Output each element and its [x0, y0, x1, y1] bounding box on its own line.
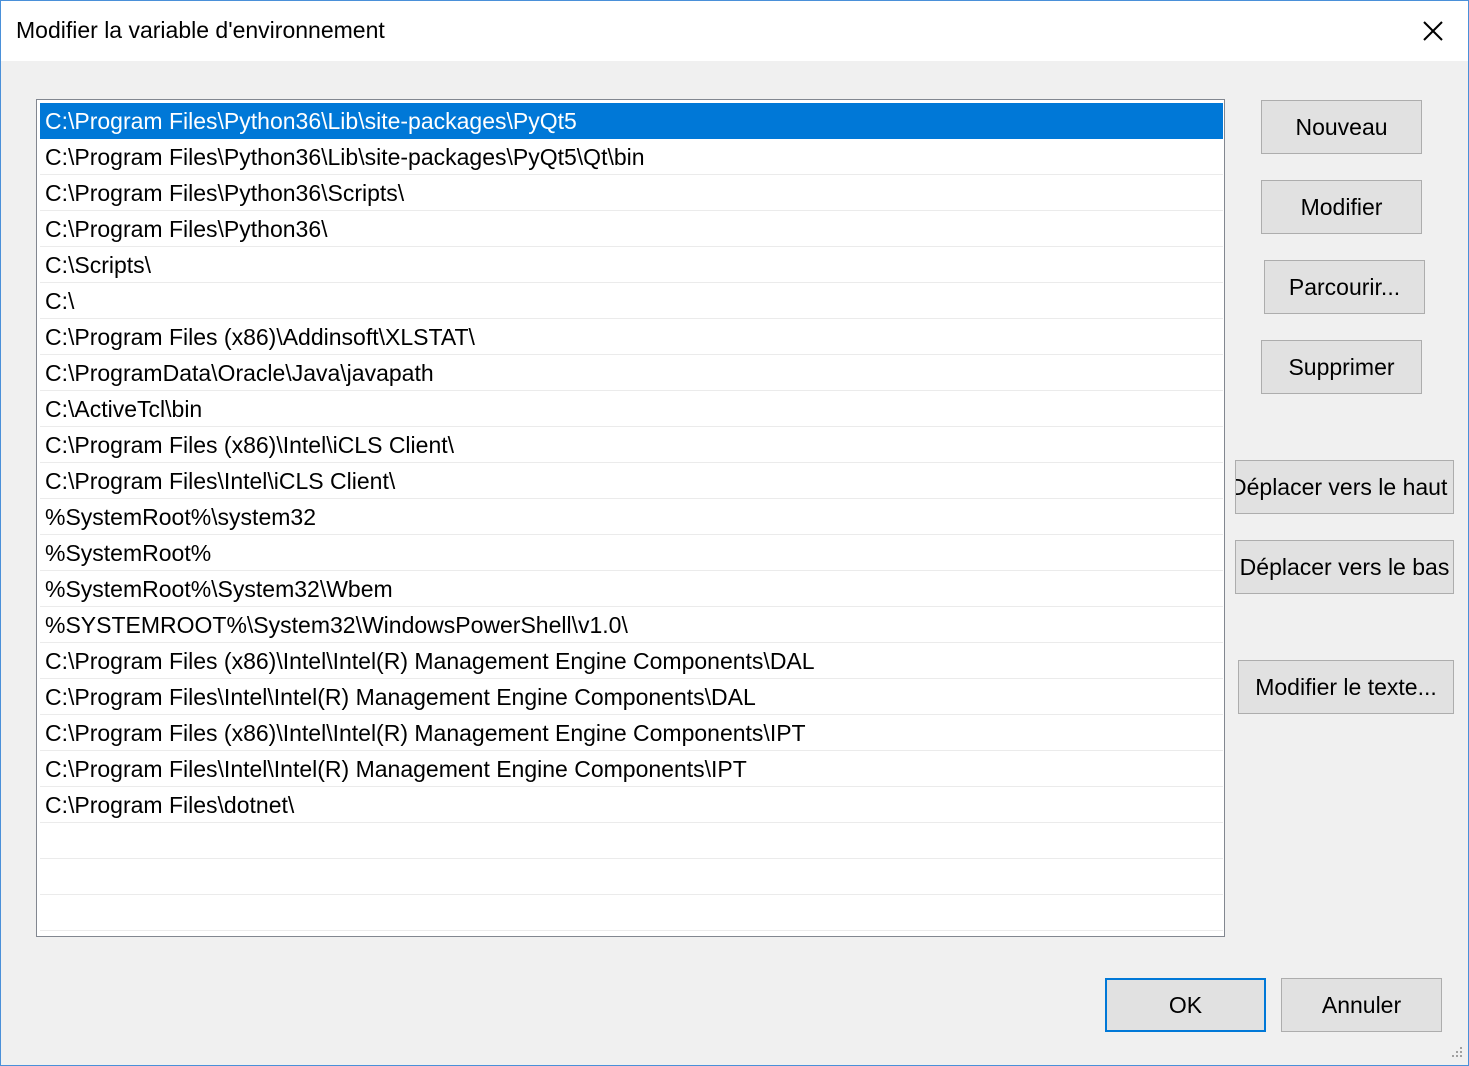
path-list-item[interactable]: %SYSTEMROOT%\System32\WindowsPowerShell\…	[40, 607, 1223, 643]
path-list-item[interactable]: C:\Program Files\Intel\iCLS Client\	[40, 463, 1223, 499]
path-list-item[interactable]: C:\Program Files\Python36\	[40, 211, 1223, 247]
path-list-item[interactable]	[40, 859, 1223, 895]
path-list-item[interactable]: C:\Program Files\Python36\Lib\site-packa…	[40, 103, 1223, 139]
path-list-item[interactable]: C:\Program Files\Python36\Lib\site-packa…	[40, 139, 1223, 175]
path-list-item[interactable]: C:\ProgramData\Oracle\Java\javapath	[40, 355, 1223, 391]
close-button[interactable]	[1398, 1, 1468, 61]
edit-env-variable-dialog: Modifier la variable d'environnement C:\…	[0, 0, 1469, 1066]
title-bar: Modifier la variable d'environnement	[1, 1, 1468, 61]
path-list-item[interactable]: C:\Scripts\	[40, 247, 1223, 283]
path-list-item[interactable]	[40, 895, 1223, 931]
path-list-item[interactable]: %SystemRoot%\System32\Wbem	[40, 571, 1223, 607]
edit-text-button[interactable]: Modifier le texte...	[1238, 660, 1454, 714]
path-list-item[interactable]: C:\Program Files (x86)\Intel\Intel(R) Ma…	[40, 715, 1223, 751]
path-list-item[interactable]: C:\Program Files\Intel\Intel(R) Manageme…	[40, 679, 1223, 715]
move-down-button[interactable]: Déplacer vers le bas	[1235, 540, 1454, 594]
path-list-item[interactable]: C:\Program Files (x86)\Intel\Intel(R) Ma…	[40, 643, 1223, 679]
delete-button[interactable]: Supprimer	[1261, 340, 1422, 394]
path-list-item[interactable]	[40, 823, 1223, 859]
close-icon	[1423, 21, 1443, 41]
path-list-item[interactable]: %SystemRoot%	[40, 535, 1223, 571]
resize-grip-icon[interactable]	[1448, 1045, 1464, 1061]
path-list[interactable]: C:\Program Files\Python36\Lib\site-packa…	[36, 99, 1225, 937]
path-list-item[interactable]: C:\	[40, 283, 1223, 319]
path-list-item[interactable]: %SystemRoot%\system32	[40, 499, 1223, 535]
cancel-button[interactable]: Annuler	[1281, 978, 1442, 1032]
browse-button[interactable]: Parcourir...	[1264, 260, 1425, 314]
path-list-item[interactable]: C:\ActiveTcl\bin	[40, 391, 1223, 427]
path-list-item[interactable]: C:\Program Files\dotnet\	[40, 787, 1223, 823]
dialog-title: Modifier la variable d'environnement	[16, 17, 385, 43]
new-button[interactable]: Nouveau	[1261, 100, 1422, 154]
ok-button[interactable]: OK	[1105, 978, 1266, 1032]
path-list-item[interactable]: C:\Program Files\Intel\Intel(R) Manageme…	[40, 751, 1223, 787]
move-up-button[interactable]: Déplacer vers le haut	[1235, 460, 1454, 514]
path-list-item[interactable]: C:\Program Files\Python36\Scripts\	[40, 175, 1223, 211]
edit-button[interactable]: Modifier	[1261, 180, 1422, 234]
path-list-item[interactable]: C:\Program Files (x86)\Addinsoft\XLSTAT\	[40, 319, 1223, 355]
path-list-item[interactable]: C:\Program Files (x86)\Intel\iCLS Client…	[40, 427, 1223, 463]
